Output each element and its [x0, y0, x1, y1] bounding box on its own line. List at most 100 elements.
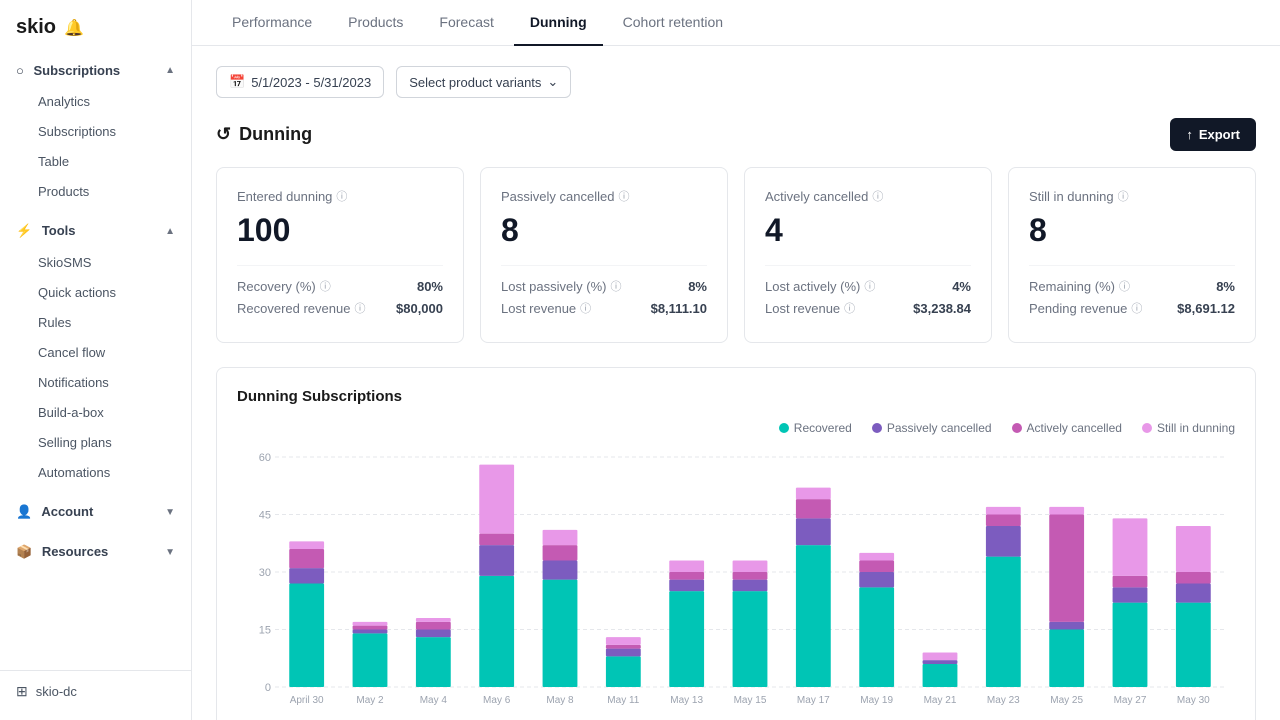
- tab-performance[interactable]: Performance: [216, 0, 328, 46]
- tab-products[interactable]: Products: [332, 0, 419, 46]
- card-active-label: Actively cancelled ⓘ: [765, 188, 971, 204]
- card-stat-remaining: Remaining (%) ⓘ 8%: [1029, 278, 1235, 294]
- export-label: Export: [1199, 127, 1240, 142]
- recovery-value: 80%: [417, 279, 443, 294]
- legend-dot-still: [1142, 423, 1152, 433]
- svg-text:May 8: May 8: [546, 695, 574, 706]
- svg-text:May 25: May 25: [1050, 695, 1083, 706]
- sidebar-section-header-account[interactable]: 👤 Account ▼: [0, 496, 191, 528]
- card-entered-label-text: Entered dunning: [237, 189, 332, 204]
- remaining-info-icon[interactable]: ⓘ: [1119, 278, 1130, 294]
- dunning-section-header: ↺ Dunning ↑ Export: [216, 118, 1256, 151]
- analytics-item[interactable]: Analytics: [6, 87, 185, 116]
- sidebar-section-header-subscriptions[interactable]: ○ Subscriptions ▲: [0, 55, 191, 86]
- dunning-title-text: Dunning: [239, 124, 312, 145]
- lost-passively-info-icon[interactable]: ⓘ: [610, 278, 621, 294]
- build-a-box-item[interactable]: Build-a-box: [6, 398, 185, 427]
- sidebar-section-account: 👤 Account ▼: [0, 492, 191, 532]
- svg-text:0: 0: [265, 682, 271, 694]
- recovered-revenue-value: $80,000: [396, 301, 443, 316]
- tools-icon: ⚡: [16, 223, 32, 238]
- card-actively-cancelled: Actively cancelled ⓘ 4 Lost actively (%)…: [744, 167, 992, 343]
- date-range-filter[interactable]: 📅 5/1/2023 - 5/31/2023: [216, 66, 384, 98]
- tab-cohort-retention[interactable]: Cohort retention: [607, 0, 739, 46]
- logo-text: skio: [16, 16, 56, 39]
- product-variants-filter[interactable]: Select product variants ⌄: [396, 66, 571, 98]
- skiosms-item[interactable]: SkioSMS: [6, 248, 185, 277]
- sidebar-footer[interactable]: ⊞ skio-dc: [0, 670, 191, 712]
- resources-chevron: ▼: [165, 547, 175, 558]
- active-info-icon[interactable]: ⓘ: [872, 188, 883, 204]
- calendar-icon: 📅: [229, 74, 245, 90]
- recovered-revenue-info-icon[interactable]: ⓘ: [354, 300, 365, 316]
- svg-text:May 11: May 11: [607, 695, 639, 706]
- subscriptions-item[interactable]: Subscriptions: [6, 117, 185, 146]
- account-section-label: Account: [41, 504, 93, 519]
- table-item[interactable]: Table: [6, 147, 185, 176]
- subscriptions-icon: ○: [16, 63, 24, 78]
- cancel-flow-item[interactable]: Cancel flow: [6, 338, 185, 367]
- recovery-info-icon[interactable]: ⓘ: [320, 278, 331, 294]
- products-item[interactable]: Products: [6, 177, 185, 206]
- dunning-title: ↺ Dunning: [216, 124, 312, 145]
- sidebar-section-header-resources[interactable]: 📦 Resources ▼: [0, 536, 191, 568]
- lost-revenue-passive-label: Lost revenue ⓘ: [501, 300, 591, 316]
- legend-recovered: Recovered: [779, 421, 852, 435]
- lost-actively-value: 4%: [952, 279, 971, 294]
- card-stat-lost-actively: Lost actively (%) ⓘ 4%: [765, 278, 971, 294]
- card-divider-4: [1029, 265, 1235, 266]
- card-stat-lost-revenue-active: Lost revenue ⓘ $3,238.84: [765, 300, 971, 316]
- notifications-item[interactable]: Notifications: [6, 368, 185, 397]
- svg-text:May 27: May 27: [1114, 695, 1147, 706]
- lost-actively-info-icon[interactable]: ⓘ: [864, 278, 875, 294]
- chart-container: Dunning Subscriptions Recovered Passivel…: [216, 367, 1256, 720]
- card-active-value: 4: [765, 212, 971, 249]
- lost-revenue-passive-info-icon[interactable]: ⓘ: [580, 300, 591, 316]
- workspace-icon: ⊞: [16, 683, 28, 700]
- resources-icon: 📦: [16, 544, 32, 559]
- lost-revenue-active-label: Lost revenue ⓘ: [765, 300, 855, 316]
- passive-info-icon[interactable]: ⓘ: [618, 188, 629, 204]
- svg-text:May 23: May 23: [987, 695, 1020, 706]
- account-icon: 👤: [16, 504, 32, 519]
- subscriptions-chevron: ▲: [165, 65, 175, 76]
- tab-forecast[interactable]: Forecast: [423, 0, 509, 46]
- automations-item[interactable]: Automations: [6, 458, 185, 487]
- chart-area: 015304560April 30May 2May 4May 6May 8May…: [237, 447, 1235, 720]
- card-still-in-dunning: Still in dunning ⓘ 8 Remaining (%) ⓘ 8% …: [1008, 167, 1256, 343]
- selling-plans-item[interactable]: Selling plans: [6, 428, 185, 457]
- notification-icon[interactable]: 🔔: [64, 18, 84, 38]
- workspace-label: skio-dc: [36, 684, 77, 699]
- export-button[interactable]: ↑ Export: [1170, 118, 1256, 151]
- content-area: 📅 5/1/2023 - 5/31/2023 Select product va…: [192, 46, 1280, 720]
- card-active-label-text: Actively cancelled: [765, 189, 868, 204]
- still-info-icon[interactable]: ⓘ: [1118, 188, 1129, 204]
- svg-text:60: 60: [259, 452, 271, 464]
- rules-item[interactable]: Rules: [6, 308, 185, 337]
- quick-actions-item[interactable]: Quick actions: [6, 278, 185, 307]
- lost-revenue-active-info-icon[interactable]: ⓘ: [844, 300, 855, 316]
- recovery-label: Recovery (%) ⓘ: [237, 278, 331, 294]
- pending-revenue-info-icon[interactable]: ⓘ: [1131, 300, 1142, 316]
- lost-revenue-active-value: $3,238.84: [913, 301, 971, 316]
- product-filter-label: Select product variants: [409, 75, 541, 90]
- chart-title: Dunning Subscriptions: [237, 388, 1235, 405]
- lost-revenue-passive-value: $8,111.10: [651, 301, 707, 316]
- legend-actively-cancelled: Actively cancelled: [1012, 421, 1122, 435]
- lost-passively-value: 8%: [688, 279, 707, 294]
- chart-legend: Recovered Passively cancelled Actively c…: [237, 421, 1235, 435]
- sidebar-section-header-tools[interactable]: ⚡ Tools ▲: [0, 215, 191, 247]
- sidebar-logo: skio 🔔: [0, 0, 191, 51]
- legend-label-passively: Passively cancelled: [887, 421, 992, 435]
- svg-text:May 15: May 15: [734, 695, 767, 706]
- tab-dunning[interactable]: Dunning: [514, 0, 603, 46]
- svg-text:May 2: May 2: [356, 695, 384, 706]
- svg-text:April 30: April 30: [290, 695, 324, 706]
- card-passive-label-text: Passively cancelled: [501, 189, 614, 204]
- remaining-value: 8%: [1216, 279, 1235, 294]
- filters-row: 📅 5/1/2023 - 5/31/2023 Select product va…: [216, 66, 1256, 98]
- entered-info-icon[interactable]: ⓘ: [336, 188, 347, 204]
- svg-text:45: 45: [259, 510, 271, 522]
- product-filter-chevron: ⌄: [547, 74, 558, 90]
- card-still-value: 8: [1029, 212, 1235, 249]
